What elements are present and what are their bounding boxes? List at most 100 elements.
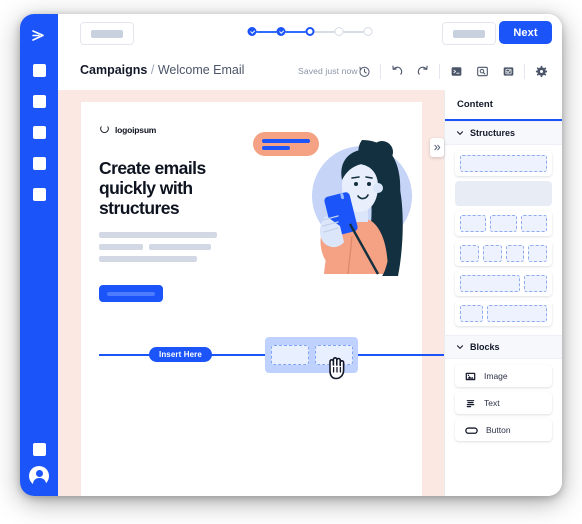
app-logo[interactable] <box>20 22 58 50</box>
undo-icon <box>392 65 403 75</box>
next-button[interactable]: Next <box>499 21 552 44</box>
email-logo-text: logoipsum <box>115 124 157 135</box>
text-lines-icon <box>466 399 475 407</box>
double-chevron-right-icon <box>433 144 440 151</box>
redo-button[interactable] <box>410 52 436 90</box>
preview-button[interactable] <box>469 52 495 90</box>
saved-status: Saved just now <box>298 66 358 76</box>
email-logo: logoipsum <box>99 124 156 135</box>
structure-cell <box>520 215 547 232</box>
chevron-right-logo-icon <box>32 30 44 41</box>
block-button[interactable]: Button <box>455 419 552 441</box>
email-cta-button[interactable] <box>99 285 163 302</box>
left-nav-rail <box>20 14 58 496</box>
section-header-structures[interactable]: Structures <box>445 121 562 145</box>
app-window: Next Campaigns / Welcome Email Saved jus… <box>20 14 562 496</box>
step-1-done[interactable] <box>247 27 257 36</box>
rail-bottom-group <box>20 443 58 487</box>
structure-2-col-wide-right[interactable] <box>455 301 552 326</box>
sidebar-item-2[interactable] <box>32 95 46 108</box>
image-icon <box>465 372 476 380</box>
paragraph-placeholder-2 <box>99 244 143 250</box>
structure-cell <box>460 215 487 232</box>
circle-arc-logo-icon <box>100 126 109 134</box>
step-line-3 <box>314 30 335 33</box>
chevron-down-icon <box>456 345 464 349</box>
structure-cell <box>460 305 484 322</box>
tab-content[interactable]: Content <box>445 90 562 119</box>
history-clock-icon <box>358 66 370 77</box>
structure-1-col[interactable] <box>455 151 552 176</box>
section-header-blocks[interactable]: Blocks <box>445 335 562 359</box>
back-button[interactable] <box>80 22 134 45</box>
secondary-button-placeholder <box>453 29 485 38</box>
block-label-text: Text <box>484 398 500 408</box>
breadcrumb: Campaigns / Welcome Email <box>80 63 244 77</box>
editor-canvas[interactable]: logoipsum Create emails quickly with str… <box>58 90 445 496</box>
secondary-button[interactable] <box>442 22 496 45</box>
code-terminal-icon <box>451 66 461 76</box>
block-label-button: Button <box>486 425 511 435</box>
step-2-done[interactable] <box>276 27 286 36</box>
structure-cell <box>505 245 525 262</box>
structure-cell <box>460 245 479 262</box>
step-line-1 <box>256 30 277 33</box>
chevron-down-icon <box>456 131 464 135</box>
email-body[interactable]: logoipsum Create emails quickly with str… <box>81 102 445 496</box>
button-pill-icon <box>465 426 478 434</box>
sidebar-item-3[interactable] <box>32 126 46 139</box>
structure-cell <box>487 305 547 322</box>
toolbar <box>351 52 554 90</box>
structure-empty-slot[interactable] <box>455 181 552 206</box>
structure-cell <box>528 245 547 262</box>
bubble-line-1 <box>262 139 310 143</box>
structure-2-col-wide-left[interactable] <box>455 271 552 296</box>
structures-list <box>445 145 562 335</box>
bubble-line-2 <box>262 146 290 150</box>
step-5-todo[interactable] <box>363 27 373 36</box>
breadcrumb-root[interactable]: Campaigns <box>80 63 147 77</box>
rail-item-list <box>20 64 58 219</box>
paragraph-placeholder-3 <box>149 244 211 250</box>
content-panel: Content Structures Blocks Image Text But… <box>444 90 562 496</box>
paragraph-placeholder-1 <box>99 232 217 238</box>
insert-here-label[interactable]: Insert Here <box>149 347 212 362</box>
test-button[interactable] <box>495 52 521 90</box>
sidebar-item-5[interactable] <box>32 188 46 201</box>
avatar[interactable] <box>29 466 49 487</box>
step-3-current[interactable] <box>305 27 315 36</box>
structure-cell <box>490 215 517 232</box>
section-title-blocks: Blocks <box>470 342 500 352</box>
settings-button[interactable] <box>528 52 554 90</box>
history-button[interactable] <box>351 52 377 90</box>
block-label-image: Image <box>484 371 508 381</box>
sidebar-item-1[interactable] <box>32 64 46 77</box>
code-button[interactable] <box>443 52 469 90</box>
block-text[interactable]: Text <box>455 392 552 414</box>
breadcrumb-bar: Campaigns / Welcome Email Saved just now <box>58 52 562 91</box>
step-line-4 <box>343 30 364 33</box>
blocks-list: Image Text Button <box>445 359 562 450</box>
toolbar-divider-2 <box>439 63 440 79</box>
drag-cell-1 <box>270 345 309 365</box>
back-button-placeholder <box>91 29 123 38</box>
structure-cell <box>523 275 547 292</box>
panel-collapse-button[interactable] <box>430 138 444 157</box>
paragraph-placeholder-4 <box>99 256 197 262</box>
email-headline[interactable]: Create emails quickly with structures <box>99 158 249 218</box>
step-4-todo[interactable] <box>334 27 344 36</box>
sidebar-item-4[interactable] <box>32 157 46 170</box>
block-image[interactable]: Image <box>455 365 552 387</box>
top-bar: Next <box>58 14 562 53</box>
toolbar-divider-1 <box>380 63 381 79</box>
step-line-2 <box>285 30 306 33</box>
sidebar-item-settings[interactable] <box>32 443 46 456</box>
toolbar-divider-3 <box>524 63 525 79</box>
grab-hand-cursor-icon <box>329 357 345 380</box>
breadcrumb-separator: / <box>150 63 155 77</box>
structure-cell <box>460 155 547 172</box>
undo-button[interactable] <box>384 52 410 90</box>
structure-3-col[interactable] <box>455 211 552 236</box>
structure-4-col[interactable] <box>455 241 552 266</box>
preview-icon <box>476 66 488 76</box>
